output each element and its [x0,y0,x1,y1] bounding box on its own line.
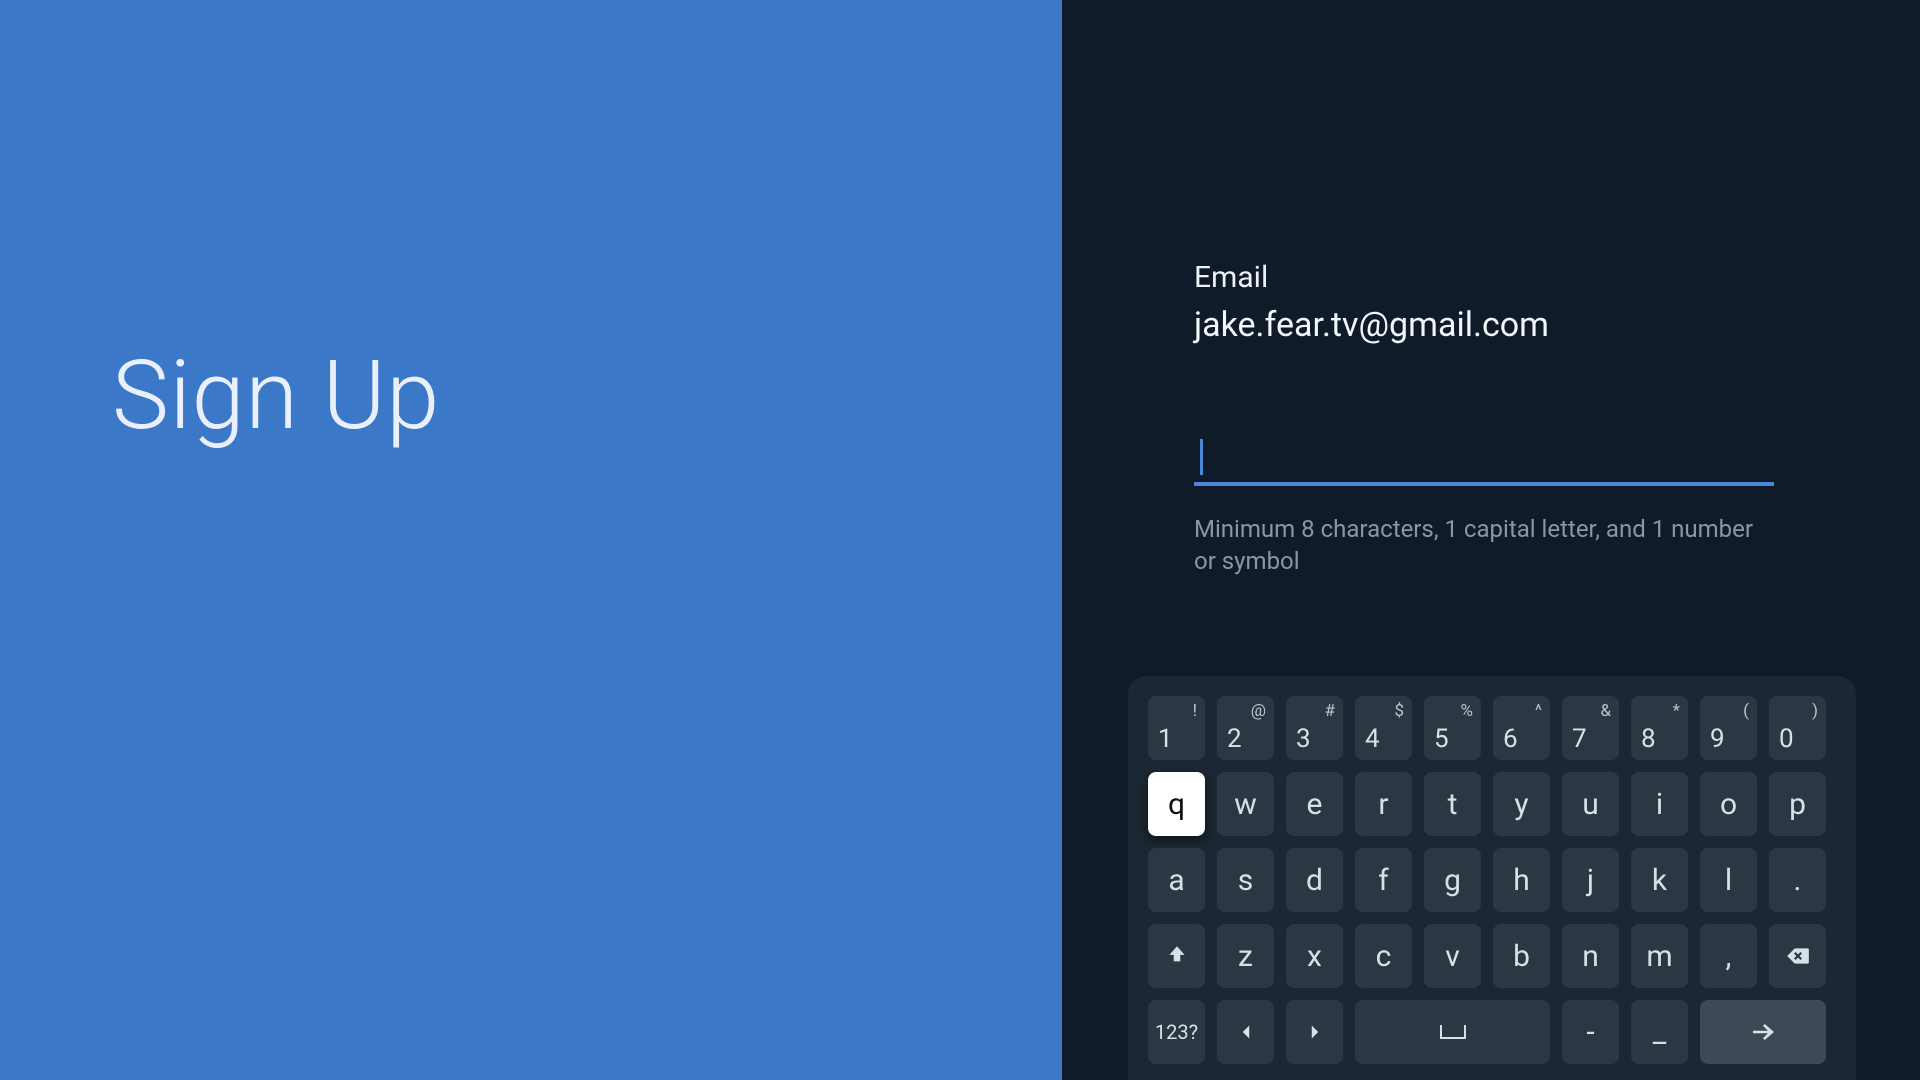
key-o[interactable]: o [1700,772,1757,836]
key-v[interactable]: v [1424,924,1481,988]
onscreen-keyboard: !1@2#3$4%5^6&7*8(9)0 qwertyuiop asdfghjk… [1128,676,1856,1080]
key-main: 7 [1572,724,1587,754]
key-super: @ [1251,701,1266,721]
password-hint: Minimum 8 characters, 1 capital letter, … [1194,513,1754,578]
keyboard-row-2: qwertyuiop [1148,772,1836,836]
key-comma[interactable]: , [1700,924,1757,988]
key-super: ( [1743,701,1749,721]
key-cursor-right[interactable] [1286,1000,1343,1064]
backspace-icon [1785,943,1811,969]
key-space[interactable] [1355,1000,1550,1064]
key-super: # [1325,701,1335,721]
key-main: 5 [1434,724,1449,754]
key-f[interactable]: f [1355,848,1412,912]
key-main: 8 [1641,724,1656,754]
signup-form: Email jake.fear.tv@gmail.com Minimum 8 c… [1194,260,1774,578]
key-e[interactable]: e [1286,772,1343,836]
password-field-wrap[interactable] [1194,435,1774,487]
key-k[interactable]: k [1631,848,1688,912]
key-w[interactable]: w [1217,772,1274,836]
key-i[interactable]: i [1631,772,1688,836]
key-main: 0 [1779,724,1794,754]
key-s[interactable]: s [1217,848,1274,912]
key-4[interactable]: $4 [1355,696,1412,760]
key-main: 6 [1503,724,1518,754]
key-main: 1 [1158,724,1173,754]
arrow-left-icon [1233,1019,1259,1045]
key-super: * [1673,701,1680,721]
space-icon [1440,1025,1466,1039]
key-shift[interactable] [1148,924,1205,988]
key-b[interactable]: b [1493,924,1550,988]
key-super: $ [1394,701,1404,721]
key-main: 9 [1710,724,1725,754]
email-label: Email [1194,260,1774,295]
key-super: % [1461,701,1473,721]
key-dash[interactable]: - [1562,1000,1619,1064]
key-main: 3 [1296,724,1311,754]
key-j[interactable]: j [1562,848,1619,912]
key-2[interactable]: @2 [1217,696,1274,760]
key-n[interactable]: n [1562,924,1619,988]
key-c[interactable]: c [1355,924,1412,988]
key-p[interactable]: p [1769,772,1826,836]
key-y[interactable]: y [1493,772,1550,836]
key-period[interactable]: . [1769,848,1826,912]
email-value: jake.fear.tv@gmail.com [1194,305,1774,345]
arrow-enter-icon [1748,1017,1778,1047]
key-cursor-left[interactable] [1217,1000,1274,1064]
keyboard-row-4: zxcvbnm, [1148,924,1836,988]
arrow-right-icon [1302,1019,1328,1045]
shift-icon [1164,943,1190,969]
key-h[interactable]: h [1493,848,1550,912]
key-main: 2 [1227,724,1242,754]
key-g[interactable]: g [1424,848,1481,912]
key-main: 4 [1365,724,1380,754]
key-t[interactable]: t [1424,772,1481,836]
key-9[interactable]: (9 [1700,696,1757,760]
password-input[interactable] [1194,435,1774,486]
key-super: & [1600,701,1611,721]
key-z[interactable]: z [1217,924,1274,988]
key-x[interactable]: x [1286,924,1343,988]
key-0[interactable]: )0 [1769,696,1826,760]
text-caret [1200,439,1203,475]
key-l[interactable]: l [1700,848,1757,912]
key-5[interactable]: %5 [1424,696,1481,760]
key-enter[interactable] [1700,1000,1826,1064]
key-super: ) [1812,701,1818,721]
key-super: ! [1193,701,1197,721]
key-1[interactable]: !1 [1148,696,1205,760]
key-a[interactable]: a [1148,848,1205,912]
key-7[interactable]: &7 [1562,696,1619,760]
key-underscore[interactable]: _ [1631,1000,1688,1064]
right-panel: Email jake.fear.tv@gmail.com Minimum 8 c… [1062,0,1920,1080]
signup-screen: Sign Up Email jake.fear.tv@gmail.com Min… [0,0,1920,1080]
key-symbols[interactable]: 123? [1148,1000,1205,1064]
key-6[interactable]: ^6 [1493,696,1550,760]
key-backspace[interactable] [1769,924,1826,988]
key-u[interactable]: u [1562,772,1619,836]
key-m[interactable]: m [1631,924,1688,988]
page-title: Sign Up [112,340,440,452]
key-8[interactable]: *8 [1631,696,1688,760]
keyboard-row-1: !1@2#3$4%5^6&7*8(9)0 [1148,696,1836,760]
left-panel: Sign Up [0,0,1062,1080]
key-q[interactable]: q [1148,772,1205,836]
key-super: ^ [1535,701,1542,721]
keyboard-row-3: asdfghjkl. [1148,848,1836,912]
key-d[interactable]: d [1286,848,1343,912]
keyboard-row-5: 123? -_ [1148,1000,1836,1064]
key-3[interactable]: #3 [1286,696,1343,760]
key-r[interactable]: r [1355,772,1412,836]
